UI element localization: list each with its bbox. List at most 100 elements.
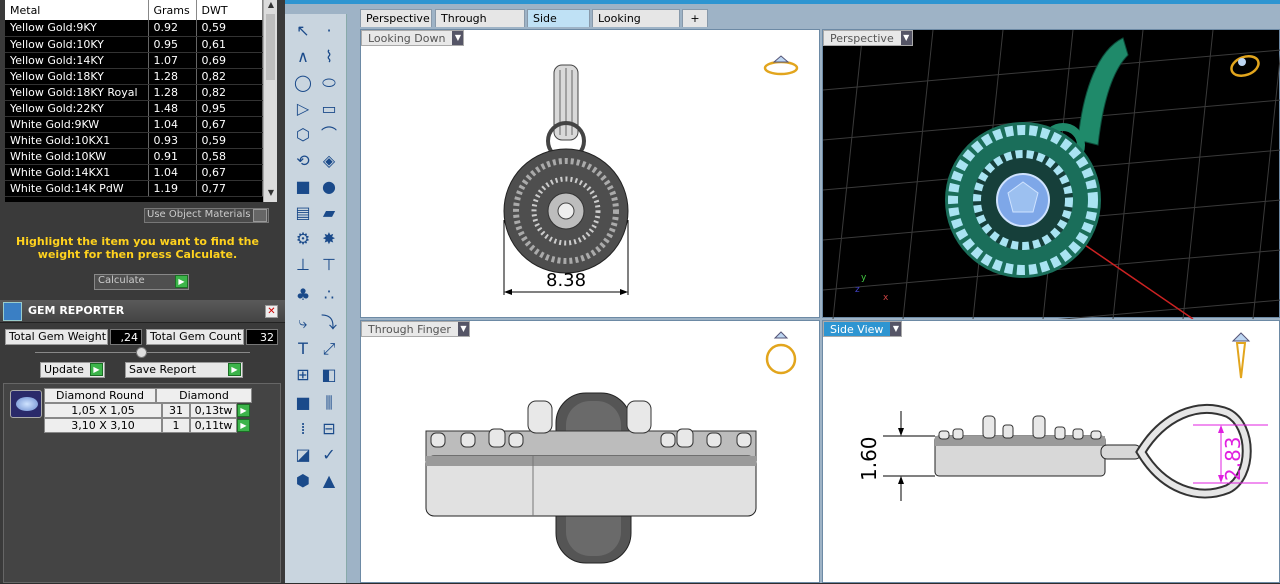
gem-reporter-icon [3, 302, 22, 321]
viewport-perspective[interactable]: y z x Perspective ▼ [822, 29, 1280, 319]
fillet-icon[interactable]: ⌒ [317, 124, 341, 146]
gem-stone-icon [16, 397, 38, 411]
text-icon[interactable]: T [291, 338, 315, 360]
arc-icon[interactable]: ▷ [291, 98, 315, 120]
table-row[interactable]: Yellow Gold:14KY 1.07 0,69 [5, 52, 263, 69]
dwt-cell: 0,59 [196, 132, 263, 149]
polygon-icon[interactable]: ⬡ [291, 124, 315, 146]
viewport-looking-down[interactable]: Looking Down ▼ 8.38 [360, 29, 820, 318]
metal-table-scrollbar[interactable]: ▲ ▼ [263, 0, 277, 202]
perspective-label-text: Perspective [830, 32, 894, 45]
select-arrow-icon[interactable]: ↖ [291, 20, 315, 42]
solid-shape-icon[interactable]: ⬢ [291, 470, 315, 492]
scroll-down-icon[interactable]: ▼ [264, 188, 278, 201]
viewport-side-view[interactable]: Side View ▼ 1.60 2.83 [822, 320, 1280, 583]
measure-icon[interactable]: ⊟ [317, 418, 341, 440]
dwt-cell: 0,67 [196, 164, 263, 181]
save-report-go-icon[interactable]: ▶ [228, 363, 241, 376]
spheres-icon[interactable]: ● [317, 176, 341, 198]
transform-icon[interactable]: ⟲ [291, 150, 315, 172]
table-row[interactable]: White Gold:14K PdW 1.19 0,77 [5, 180, 263, 197]
gem-row-2-go-icon[interactable]: ▶ [237, 419, 250, 432]
perspective-render: y z x [823, 30, 1280, 319]
dwt-cell: 0,95 [196, 100, 263, 117]
table-row[interactable]: Yellow Gold:22KY 1.48 0,95 [5, 100, 263, 117]
metal-name-cell: Yellow Gold:14KY [5, 52, 149, 69]
through-finger-render [425, 331, 797, 564]
metal-name-cell: White Gold:14KX1 [5, 164, 149, 181]
check-icon[interactable]: ✓ [317, 444, 341, 466]
grid-array-icon[interactable]: ⁞ [291, 418, 315, 440]
add-tab-icon[interactable]: + [682, 9, 708, 27]
close-icon[interactable]: ✕ [265, 305, 278, 318]
scroll-up-icon[interactable]: ▲ [264, 0, 278, 13]
grams-cell: 0.95 [148, 36, 197, 53]
plane-icon[interactable]: ▰ [317, 202, 341, 224]
grams-cell: 1.48 [148, 100, 197, 117]
save-report-button[interactable]: Save Report [125, 362, 243, 378]
table-row[interactable]: White Gold:10KX1 0.93 0,59 [5, 132, 263, 149]
ring-view-icon [765, 331, 797, 375]
gem-row-1-go-icon[interactable]: ▶ [237, 404, 250, 417]
split-icon[interactable]: ⊤ [317, 254, 341, 276]
table-row[interactable]: White Gold:14KX1 1.04 0,67 [5, 164, 263, 181]
update-go-icon[interactable]: ▶ [90, 363, 103, 376]
metal-name-cell: Yellow Gold:18KY Royal [5, 84, 149, 101]
gear-icon[interactable]: ⚙ [291, 228, 315, 250]
tab-side-view[interactable]: Side View [527, 9, 590, 42]
cylinder-icon[interactable]: ▤ [291, 202, 315, 224]
divider-handle[interactable] [136, 347, 147, 358]
circle-icon[interactable]: ◯ [291, 72, 315, 94]
grams-cell: 1.04 [148, 164, 197, 181]
align-icon[interactable]: ⤢ [317, 338, 341, 360]
grams-cell: 1.19 [148, 180, 197, 197]
gem-row-2-size: 3,10 X 3,10 [44, 418, 162, 433]
col-header-metal[interactable]: Metal [5, 0, 149, 20]
tab-perspective[interactable]: Perspective [360, 9, 432, 27]
gem-row-1-weight: 0,13tw [190, 403, 237, 418]
prongs-icon[interactable]: ⫼ [317, 392, 341, 414]
chevron-down-icon[interactable]: ▼ [900, 31, 912, 45]
use-object-materials-checkbox[interactable] [253, 209, 267, 222]
surface-icon[interactable]: ◈ [317, 150, 341, 172]
gem-set-icon[interactable]: ♣ [291, 284, 315, 306]
grams-cell: 0.92 [148, 20, 197, 37]
cube-icon[interactable]: ■ [291, 392, 315, 414]
table-row[interactable]: White Gold:9KW 1.04 0,67 [5, 116, 263, 133]
ring-view-icon [1230, 55, 1260, 77]
gem-row-2-count: 1 [162, 418, 190, 433]
boolean-icon[interactable]: ⊥ [291, 254, 315, 276]
metal-weight-table: Metal Grams DWT Yellow Gold:9KY 0.92 0,59 Y… [5, 0, 263, 202]
box-solid-icon[interactable]: ■ [291, 176, 315, 198]
scroll-thumb[interactable] [266, 14, 275, 80]
gem-array-icon[interactable]: ∴ [317, 284, 341, 306]
render-icon[interactable]: ◪ [291, 444, 315, 466]
tab-looking-down[interactable]: Looking Down [592, 9, 680, 42]
calculate-go-icon[interactable]: ▶ [175, 275, 188, 288]
rectangle-icon[interactable]: ▭ [317, 98, 341, 120]
table-row[interactable]: Yellow Gold:9KY 0.92 0,59 [5, 20, 263, 37]
viewport-label-perspective[interactable]: Perspective ▼ [823, 30, 913, 46]
metal-name-cell: Yellow Gold:9KY [5, 20, 149, 37]
col-header-grams[interactable]: Grams [148, 0, 197, 20]
point-icon[interactable]: · [317, 20, 341, 42]
viewport-through-finger[interactable]: Through Finger ▼ [360, 320, 820, 583]
col-header-dwt[interactable]: DWT [196, 0, 263, 20]
starburst-icon[interactable]: ✸ [317, 228, 341, 250]
mirror-icon[interactable]: ◧ [317, 364, 341, 386]
cone-icon[interactable]: ▲ [317, 470, 341, 492]
curve-points-icon[interactable]: ⌇ [317, 46, 341, 68]
diamond-round-thumbnail[interactable] [10, 390, 42, 418]
group-icon[interactable]: ⊞ [291, 364, 315, 386]
use-object-materials-toggle[interactable]: Use Object Materials [144, 208, 269, 223]
polyline-icon[interactable]: ∧ [291, 46, 315, 68]
bezel-icon[interactable]: ⤵ [317, 312, 341, 334]
tab-through-finger[interactable]: Through Finger [435, 9, 525, 42]
ellipse-icon[interactable]: ⬭ [317, 72, 341, 94]
ring-view-icon [1231, 332, 1251, 379]
table-row[interactable]: Yellow Gold:18KY Royal 1.28 0,82 [5, 84, 263, 101]
pave-curve-icon[interactable]: ⤷ [291, 312, 315, 334]
table-row[interactable]: Yellow Gold:18KY 1.28 0,82 [5, 68, 263, 85]
table-row[interactable]: White Gold:10KW 0.91 0,58 [5, 148, 263, 165]
table-row[interactable]: Yellow Gold:10KY 0.95 0,61 [5, 36, 263, 53]
